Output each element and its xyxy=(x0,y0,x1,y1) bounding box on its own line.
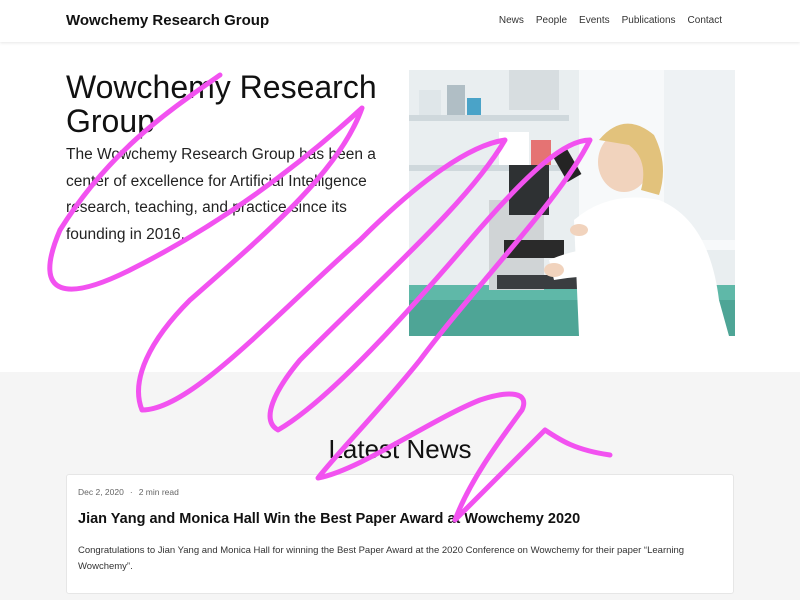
navbar: Wowchemy Research Group News People Even… xyxy=(0,0,800,42)
latest-news-heading: Latest News xyxy=(328,434,472,464)
brand-logo-text[interactable]: Wowchemy Research Group xyxy=(66,12,269,29)
news-card[interactable]: Dec 2, 2020 · 2 min read Jian Yang and M… xyxy=(66,474,734,594)
nav-links: News People Events Publications Contact xyxy=(499,15,722,26)
nav-link-people[interactable]: People xyxy=(536,15,567,26)
hero-description: The Wowchemy Research Group has been a c… xyxy=(66,146,376,243)
latest-news-section: Latest News Dec 2, 2020 · 2 min read Jia… xyxy=(0,372,800,600)
meta-separator: · xyxy=(129,487,133,497)
nav-link-events[interactable]: Events xyxy=(579,15,610,26)
hero-section: Wowchemy Research Group The Wowchemy Res… xyxy=(0,42,800,372)
hero-title: Wowchemy Research Group xyxy=(66,69,377,139)
news-title-link[interactable]: Jian Yang and Monica Hall Win the Best P… xyxy=(78,511,580,527)
nav-link-contact[interactable]: Contact xyxy=(688,15,722,26)
news-date: Dec 2, 2020 xyxy=(78,487,124,497)
hero-image-scientist-microscope xyxy=(409,70,735,336)
news-summary: Congratulations to Jian Yang and Monica … xyxy=(78,545,685,572)
nav-link-news[interactable]: News xyxy=(499,15,524,26)
nav-link-publications[interactable]: Publications xyxy=(622,15,676,26)
news-read-time: 2 min read xyxy=(138,487,179,497)
lab-photo-illustration xyxy=(409,70,735,336)
news-card-meta: Dec 2, 2020 · 2 min read xyxy=(78,487,179,497)
